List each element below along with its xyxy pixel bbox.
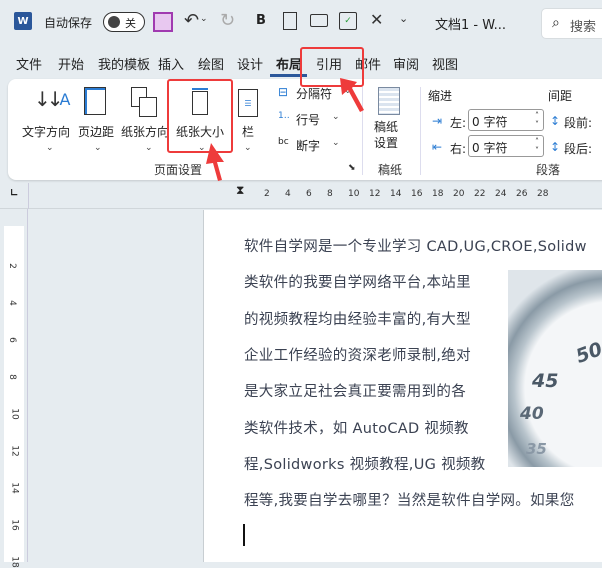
arrow-to-paper-size <box>206 143 224 181</box>
annotation-arrows <box>206 78 364 181</box>
arrow-to-layout-tab <box>340 78 364 112</box>
